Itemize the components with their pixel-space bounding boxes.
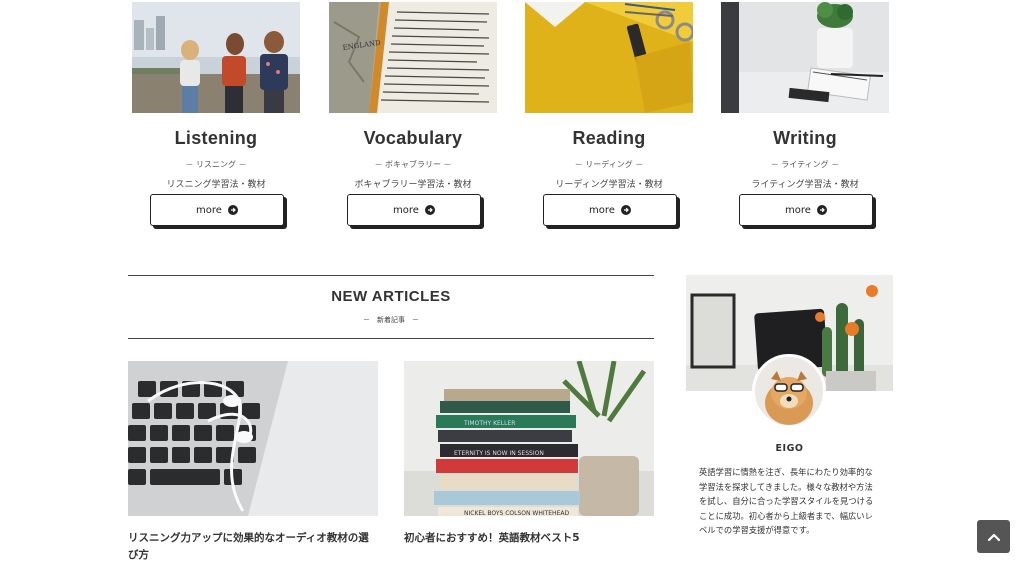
more-label: more <box>393 204 419 216</box>
section-title: NEW ARTICLES <box>331 288 451 305</box>
back-to-top-button[interactable] <box>977 520 1010 553</box>
avatar <box>752 354 826 428</box>
more-button-reading[interactable]: more <box>543 194 677 226</box>
article-title[interactable]: リスニング力アップに効果的なオーディオ教材の選び方 <box>128 530 378 564</box>
category-card-vocabulary: ENGLAND Vocabulary － ボキャブラリー － ボキャブラリー学習… <box>329 0 497 232</box>
more-label: more <box>196 204 222 216</box>
category-subtitle: － ライティング － <box>770 160 840 169</box>
arrow-right-circle-icon <box>424 205 435 215</box>
laptop-earphones-photo[interactable] <box>128 361 378 516</box>
profile-name: EIGO <box>775 443 804 454</box>
category-card-reading: Reading － リーディング － リーディング学習法・教材 more <box>525 0 693 232</box>
book-stack-photo[interactable]: ETERNITY IS NOW IN SESSION TIMOTHY KELLE… <box>404 361 654 516</box>
listening-photo[interactable] <box>132 2 300 113</box>
category-title[interactable]: Writing <box>721 128 889 149</box>
more-label: more <box>785 204 811 216</box>
new-articles-header: NEW ARTICLES － 新着記事 － <box>128 275 654 339</box>
svg-text:TIMOTHY KELLER: TIMOTHY KELLER <box>463 420 515 427</box>
more-button-writing[interactable]: more <box>739 194 873 226</box>
more-button-listening[interactable]: more <box>150 194 284 226</box>
more-button-vocabulary[interactable]: more <box>347 194 481 226</box>
category-title[interactable]: Listening <box>132 128 300 149</box>
category-description: ボキャブラリー学習法・教材 <box>354 180 472 190</box>
category-title[interactable]: Reading <box>525 128 693 149</box>
reading-photo[interactable] <box>525 2 693 113</box>
writing-photo[interactable] <box>721 2 889 113</box>
svg-text:ETERNITY IS NOW IN SESSION: ETERNITY IS NOW IN SESSION <box>454 450 544 457</box>
category-description: ライティング学習法・教材 <box>751 180 859 190</box>
category-title[interactable]: Vocabulary <box>329 128 497 149</box>
article-card[interactable]: リスニング力アップに効果的なオーディオ教材の選び方 <box>128 361 378 564</box>
section-subtitle: － 新着記事 － <box>363 316 419 324</box>
category-subtitle: － ボキャブラリー － <box>374 160 452 169</box>
article-card[interactable]: ETERNITY IS NOW IN SESSION TIMOTHY KELLE… <box>404 361 654 547</box>
category-description: リスニング学習法・教材 <box>166 180 266 190</box>
category-card-writing: Writing － ライティング － ライティング学習法・教材 more <box>721 0 889 232</box>
category-subtitle: － リスニング － <box>185 160 247 169</box>
arrow-right-circle-icon <box>816 205 827 215</box>
more-label: more <box>589 204 615 216</box>
arrow-right-circle-icon <box>227 205 238 215</box>
vocabulary-photo[interactable]: ENGLAND <box>329 2 497 113</box>
svg-text:NICKEL BOYS COLSON WHITEHEAD: NICKEL BOYS COLSON WHITEHEAD <box>464 510 569 516</box>
profile-widget: EIGO 英語学習に情熱を注ぎ、長年にわたり効率的な学習法を探求してきました。様… <box>686 275 893 545</box>
arrow-right-circle-icon <box>620 205 631 215</box>
category-description: リーディング学習法・教材 <box>555 180 663 190</box>
profile-bio: 英語学習に情熱を注ぎ、長年にわたり効率的な学習法を探求してきました。様々な教材や… <box>699 467 874 535</box>
category-cards: Listening － リスニング － リスニング学習法・教材 more ENG… <box>132 0 892 232</box>
category-subtitle: － リーディング － <box>574 160 644 169</box>
article-title[interactable]: 初心者におすすめ！英語教材ベスト5 <box>404 530 654 547</box>
chevron-up-icon <box>987 527 1001 546</box>
category-card-listening: Listening － リスニング － リスニング学習法・教材 more <box>132 0 300 232</box>
